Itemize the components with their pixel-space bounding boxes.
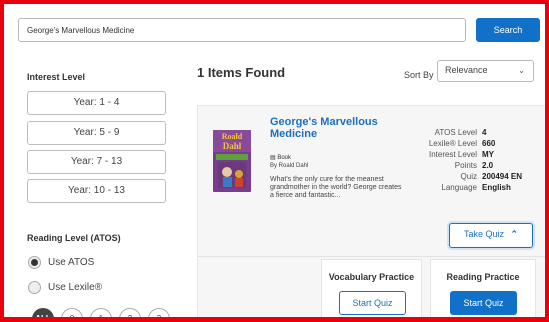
reading-practice-panel: Reading Practice Start Quiz xyxy=(430,259,536,317)
sort-select[interactable]: Relevance ⌄ xyxy=(437,60,534,82)
interest-level-year-1-4[interactable]: Year: 1 - 4 xyxy=(27,91,166,115)
use-lexile-label: Use Lexile® xyxy=(48,281,103,293)
chevron-down-icon: ⌄ xyxy=(518,66,525,75)
meta-lexile-level: Lexile® Level 660 xyxy=(428,139,496,148)
svg-text:Dahl: Dahl xyxy=(223,141,242,151)
use-lexile-radio[interactable] xyxy=(28,280,41,294)
level-chip-all[interactable]: ALL xyxy=(32,308,54,317)
use-atos-radio[interactable] xyxy=(28,255,41,269)
book-icon: ▤ xyxy=(270,155,276,161)
meta-points: Points 2.0 xyxy=(454,161,494,170)
take-quiz-button[interactable]: Take Quiz ⌃ xyxy=(449,223,533,248)
book-metadata: ATOS Level 4 Lexile® Level 660 Interest … xyxy=(412,127,532,193)
level-chip-2[interactable]: 2 xyxy=(119,308,141,317)
interest-level-year-7-13[interactable]: Year: 7 - 13 xyxy=(27,150,166,174)
book-format: ▤ Book xyxy=(270,154,291,161)
sort-by-label: Sort By xyxy=(404,70,434,80)
interest-level-year-5-9[interactable]: Year: 5 - 9 xyxy=(27,121,166,145)
vocabulary-start-quiz-button[interactable]: Start Quiz xyxy=(339,291,406,315)
svg-text:Roald: Roald xyxy=(222,132,243,141)
meta-interest-level: Interest Level MY xyxy=(428,150,494,159)
vocabulary-practice-title: Vocabulary Practice xyxy=(328,272,415,282)
sort-select-value: Relevance xyxy=(445,65,488,75)
meta-atos-level: ATOS Level 4 xyxy=(434,128,487,137)
interest-level-year-10-13[interactable]: Year: 10 - 13 xyxy=(27,179,166,203)
use-atos-label: Use ATOS xyxy=(48,256,95,268)
meta-quiz: Quiz 200494 EN xyxy=(460,172,523,181)
level-chip-3[interactable]: 3 xyxy=(148,308,170,317)
search-input[interactable] xyxy=(18,18,466,42)
book-cover-image[interactable]: Roald Dahl xyxy=(213,130,251,192)
screenshot-frame: Search Interest Level Year: 1 - 4 Year: … xyxy=(0,0,549,322)
book-result-card: Roald Dahl George's Marvellous Medicine … xyxy=(197,105,545,317)
interest-level-heading: Interest Level xyxy=(27,72,86,82)
level-chip-0[interactable]: 0 xyxy=(61,308,83,317)
book-description: What's the only cure for the meanest gra… xyxy=(270,176,402,199)
use-lexile-option[interactable]: Use Lexile® xyxy=(28,280,102,294)
chevron-up-icon: ⌃ xyxy=(510,229,519,239)
take-quiz-label: Take Quiz xyxy=(463,229,504,239)
book-title-link[interactable]: George's Marvellous Medicine xyxy=(270,116,410,140)
card-divider xyxy=(198,256,545,257)
book-format-label: Book xyxy=(277,155,292,161)
reading-start-quiz-button[interactable]: Start Quiz xyxy=(450,291,517,315)
use-atos-option[interactable]: Use ATOS xyxy=(28,255,94,269)
vocabulary-practice-panel: Vocabulary Practice Start Quiz xyxy=(321,259,422,317)
search-bar: Search xyxy=(18,18,540,42)
meta-language: Language English xyxy=(441,183,511,192)
reading-level-heading: Reading Level (ATOS) xyxy=(27,233,121,243)
reading-practice-title: Reading Practice xyxy=(446,272,520,282)
search-button[interactable]: Search xyxy=(476,18,540,42)
level-chip-1[interactable]: 1 xyxy=(90,308,112,317)
book-author: By Roald Dahl xyxy=(270,163,309,169)
results-count: 1 Items Found xyxy=(197,65,286,80)
